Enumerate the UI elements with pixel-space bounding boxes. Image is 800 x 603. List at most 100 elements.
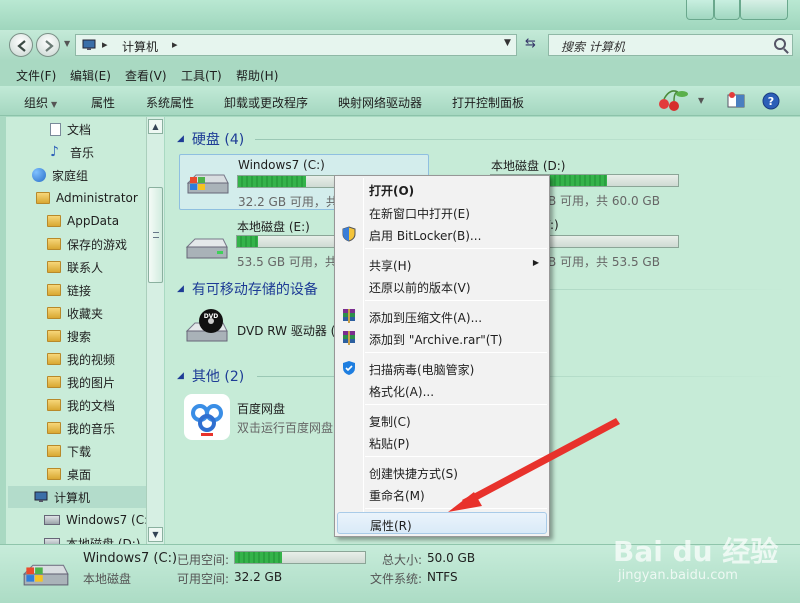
sidebar-item-label: 我的文档	[67, 398, 116, 413]
menu-tools[interactable]: 工具(T)	[181, 67, 222, 84]
breadcrumb-separator-icon[interactable]: ▸	[102, 38, 108, 51]
breadcrumb-computer[interactable]: 计算机	[122, 38, 158, 55]
menu-item-add-archive[interactable]: 添加到压缩文件(A)...	[337, 305, 547, 327]
help-icon[interactable]: ?	[762, 92, 780, 110]
sidebar-item-documents[interactable]: 文档	[50, 118, 91, 140]
sidebar-item-label: 联系人	[67, 260, 104, 275]
status-fs-value: NTFS	[427, 570, 458, 584]
forward-button[interactable]	[36, 33, 60, 57]
back-arrow-icon	[17, 40, 26, 52]
music-note-icon: ♪	[50, 144, 59, 160]
sidebar-item-saved-games[interactable]: 保存的游戏	[47, 233, 127, 255]
menu-item-paste[interactable]: 粘贴(P)	[337, 431, 547, 453]
scroll-down-icon[interactable]: ▼	[148, 527, 163, 542]
uninstall-button[interactable]: 卸载或更改程序	[224, 94, 308, 111]
sidebar-item-homegroup[interactable]: 家庭组	[32, 164, 88, 186]
sidebar-item-my-music[interactable]: 我的音乐	[47, 417, 115, 439]
menu-item-label: 属性(R)	[370, 519, 412, 533]
system-properties-button[interactable]: 系统属性	[146, 94, 194, 111]
sidebar-item-administrator[interactable]: Administrator	[36, 187, 138, 209]
folder-icon	[47, 468, 61, 480]
back-button[interactable]	[9, 33, 33, 57]
menu-item-open-new-window[interactable]: 在新窗口中打开(E)	[337, 201, 547, 223]
breadcrumb-chevron-icon[interactable]: ▸	[172, 38, 178, 51]
submenu-arrow-icon: ▶	[532, 258, 539, 267]
baidu-netdisk-tile[interactable]: 百度网盘 双击运行百度网盘	[179, 390, 339, 442]
sidebar-item-computer[interactable]: 计算机	[8, 486, 146, 508]
menu-item-rename[interactable]: 重命名(M)	[337, 483, 547, 505]
close-button[interactable]	[740, 0, 788, 20]
sidebar-item-music[interactable]: ♪ 音乐	[50, 141, 94, 163]
sidebar-item-contacts[interactable]: 联系人	[47, 256, 103, 278]
uac-shield-icon	[342, 226, 356, 242]
search-placeholder: 搜索 计算机	[561, 40, 625, 54]
baidu-jingyan-watermark: Bai du 经验	[613, 535, 779, 568]
menu-edit[interactable]: 编辑(E)	[70, 67, 111, 84]
menu-item-share[interactable]: 共享(H) ▶	[337, 253, 547, 275]
sidebar-item-searches[interactable]: 搜索	[47, 325, 91, 347]
menu-item-add-rar[interactable]: 添加到 "Archive.rar"(T)	[337, 327, 547, 349]
sidebar-item-my-documents[interactable]: 我的文档	[47, 394, 115, 416]
control-panel-button[interactable]: 打开控制面板	[452, 94, 524, 111]
sidebar-item-label: 我的音乐	[67, 421, 116, 436]
status-drive-type: 本地磁盘	[83, 572, 132, 586]
menu-item-copy[interactable]: 复制(C)	[337, 409, 547, 431]
dvd-drive-tile[interactable]: DVD DVD RW 驱动器 (	[179, 303, 339, 353]
collapse-triangle-icon: ◢	[177, 284, 184, 294]
recent-pages-chevron-icon[interactable]: ▼	[64, 39, 70, 48]
menu-file[interactable]: 文件(F)	[16, 67, 56, 84]
menu-help[interactable]: 帮助(H)	[236, 67, 278, 84]
address-field[interactable]: ▸ 计算机 ▸	[75, 34, 517, 56]
minimize-button[interactable]	[686, 0, 714, 20]
maximize-button[interactable]	[714, 0, 740, 20]
menu-item-open[interactable]: 打开(O)	[337, 178, 547, 200]
collapse-triangle-icon: ◢	[177, 134, 184, 144]
properties-button[interactable]: 属性	[91, 94, 115, 111]
homegroup-icon	[32, 168, 46, 182]
sidebar-item-desktop[interactable]: 桌面	[47, 463, 91, 485]
group-header-hdd[interactable]: ◢ 硬盘 (4)	[177, 129, 244, 149]
sidebar-item-label: 搜索	[67, 329, 92, 344]
sidebar-item-drive-c[interactable]: Windows7 (C:	[44, 509, 146, 531]
sidebar-item-videos[interactable]: 我的视频	[47, 348, 115, 370]
sidebar-item-downloads[interactable]: 下载	[47, 440, 91, 462]
menu-view[interactable]: 查看(V)	[125, 67, 167, 84]
status-used-label: 已用空间:	[177, 553, 230, 567]
folder-icon	[47, 261, 61, 273]
menu-item-label: 格式化(A)...	[369, 385, 435, 399]
menu-item-scan-virus[interactable]: 扫描病毒(电脑管家)	[337, 357, 547, 379]
folder-icon	[47, 307, 61, 319]
drive-d-free: B 可用，共 60.0 GB	[548, 194, 660, 208]
map-drive-button[interactable]: 映射网络驱动器	[338, 94, 422, 111]
status-total-value: 50.0 GB	[427, 551, 476, 565]
sidebar-item-links[interactable]: 链接	[47, 279, 91, 301]
sidebar-item-favorites[interactable]: 收藏夹	[47, 302, 103, 324]
menu-item-restore-versions[interactable]: 还原以前的版本(V)	[337, 275, 547, 297]
menu-item-create-shortcut[interactable]: 创建快捷方式(S)	[337, 461, 547, 483]
menu-item-properties[interactable]: 属性(R)	[337, 512, 547, 534]
address-dropdown-icon[interactable]: ▼	[504, 38, 511, 48]
preview-pane-icon[interactable]	[726, 92, 748, 110]
group-header-removable[interactable]: ◢ 有可移动存储的设备	[177, 279, 318, 299]
scroll-thumb[interactable]	[148, 187, 163, 283]
sidebar-item-drive-d[interactable]: 本地磁盘 (D:)	[44, 532, 140, 544]
drive-d-name: 本地磁盘 (D:)	[491, 159, 566, 173]
folder-icon	[47, 238, 61, 250]
status-free-value: 32.2 GB	[234, 570, 283, 584]
sidebar-scrollbar[interactable]: ▲ ▼	[146, 117, 164, 544]
menu-item-bitlocker[interactable]: 启用 BitLocker(B)...	[337, 223, 547, 245]
menu-item-format[interactable]: 格式化(A)...	[337, 379, 547, 401]
organize-button[interactable]: 组织 ▼	[24, 94, 57, 111]
sidebar-item-appdata[interactable]: AppData	[47, 210, 119, 232]
drive-c-name: Windows7 (C:)	[238, 158, 325, 172]
group-header-other[interactable]: ◢ 其他 (2)	[177, 366, 244, 386]
group-title: 其他 (2)	[191, 369, 245, 385]
search-input[interactable]: 搜索 计算机	[548, 34, 793, 56]
view-options-chevron-icon[interactable]: ▼	[698, 96, 704, 105]
sidebar-item-pictures[interactable]: 我的图片	[47, 371, 115, 393]
group-title: 硬盘 (4)	[191, 132, 245, 148]
computer-icon	[82, 39, 96, 50]
refresh-icon[interactable]: ⇆	[525, 36, 536, 51]
title-bar	[0, 0, 800, 30]
scroll-up-icon[interactable]: ▲	[148, 119, 163, 134]
